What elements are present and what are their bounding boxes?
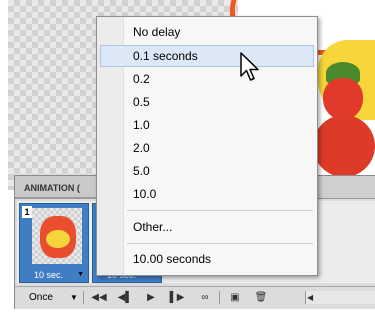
play-icon[interactable]: ▶ <box>141 290 161 305</box>
menu-item-1-0[interactable]: 1.0 <box>100 114 314 136</box>
caret-down-icon[interactable]: ▼ <box>77 271 84 278</box>
menu-separator <box>127 210 313 211</box>
animation-controls: Once ▼ ◀◀ ◀▌ ▶ ▌▶ ∞ ▣ 🗑 ◀ <box>15 286 375 309</box>
menu-separator <box>127 243 313 244</box>
artwork-strawberry <box>313 115 375 177</box>
menu-item-2-0[interactable]: 2.0 <box>100 137 314 159</box>
next-frame-icon[interactable]: ▌▶ <box>167 290 187 305</box>
tween-icon[interactable]: ∞ <box>195 290 215 305</box>
menu-item-no-delay[interactable]: No delay <box>100 21 314 43</box>
frame-delay-menu: No delay 0.1 seconds 0.2 0.5 1.0 2.0 5.0… <box>96 16 318 276</box>
first-frame-icon[interactable]: ◀◀ <box>89 290 109 305</box>
horizontal-scrollbar[interactable] <box>305 291 375 304</box>
frame-1[interactable]: 1 10 sec. ▼ <box>19 203 89 283</box>
new-frame-icon[interactable]: ▣ <box>225 290 245 305</box>
thumbnail-art <box>46 230 70 248</box>
scroll-left-icon[interactable]: ◀ <box>307 291 313 304</box>
menu-item-current-delay[interactable]: 10.00 seconds <box>100 248 314 270</box>
menu-item-other[interactable]: Other... <box>100 216 314 238</box>
panel-tab-animation[interactable]: ANIMATION ( <box>15 176 105 198</box>
frame-delay[interactable]: 10 sec. <box>34 270 63 280</box>
frame-number: 1 <box>22 206 32 218</box>
menu-item-0-1-seconds[interactable]: 0.1 seconds <box>100 45 314 67</box>
mouse-pointer-icon <box>240 52 259 81</box>
trash-icon[interactable]: 🗑 <box>251 290 271 305</box>
artwork-strawberry <box>323 78 363 120</box>
frame-thumbnail <box>32 208 82 264</box>
divider <box>83 291 84 304</box>
menu-item-0-2[interactable]: 0.2 <box>100 68 314 90</box>
menu-item-5-0[interactable]: 5.0 <box>100 160 314 182</box>
caret-down-icon[interactable]: ▼ <box>70 290 78 305</box>
divider <box>219 291 220 304</box>
menu-item-0-5[interactable]: 0.5 <box>100 91 314 113</box>
menu-item-10-0[interactable]: 10.0 <box>100 183 314 205</box>
previous-frame-icon[interactable]: ◀▌ <box>115 290 135 305</box>
